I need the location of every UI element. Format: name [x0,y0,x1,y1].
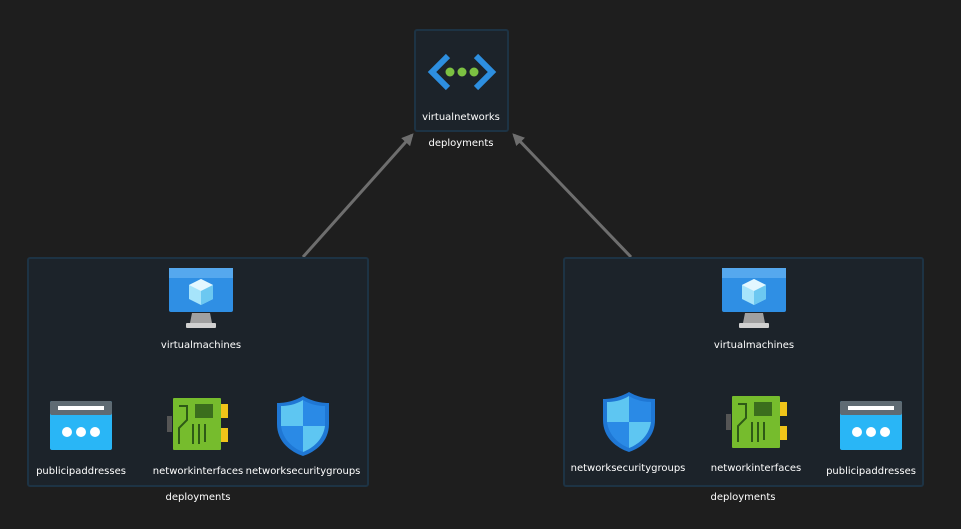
edge-right-group-to-vnet [512,133,633,259]
public-ip-icon [840,401,902,450]
left-pip-label: publicipaddresses [36,466,126,477]
vnet-group-label: deployments [428,138,494,149]
network-security-group-icon [603,392,655,452]
right-vm-label: virtualmachines [713,340,795,351]
left-nic-label: networkinterfaces [152,466,244,477]
network-interface-icon [167,398,228,450]
right-vm-node[interactable] [721,267,787,329]
left-vm-node[interactable] [168,267,234,329]
left-vm-label: virtualmachines [160,340,242,351]
virtual-machine-icon [169,268,233,328]
vnet-label: virtualnetworks [422,112,500,123]
left-group-label: deployments [165,492,231,503]
edge-left-group-to-vnet [301,133,414,258]
right-nsg-node[interactable] [601,390,657,454]
virtual-machine-icon [722,268,786,328]
network-security-group-icon [277,396,329,456]
right-group-label: deployments [710,492,776,503]
right-nic-label: networkinterfaces [710,463,802,474]
right-pip-node[interactable] [840,401,902,450]
diagram-canvas: virtualnetworks deployments virtualmachi… [0,0,961,529]
public-ip-icon [50,401,112,450]
network-interface-icon [726,396,787,448]
left-nsg-node[interactable] [275,394,331,458]
vnet-node[interactable] [427,50,497,96]
right-nsg-label: networksecuritygroups [570,463,686,474]
left-pip-node[interactable] [50,401,112,450]
virtual-network-icon [427,53,497,91]
left-nic-node[interactable] [167,398,231,450]
left-nsg-label: networksecuritygroups [245,466,361,477]
right-nic-node[interactable] [726,396,790,448]
right-pip-label: publicipaddresses [826,466,916,477]
